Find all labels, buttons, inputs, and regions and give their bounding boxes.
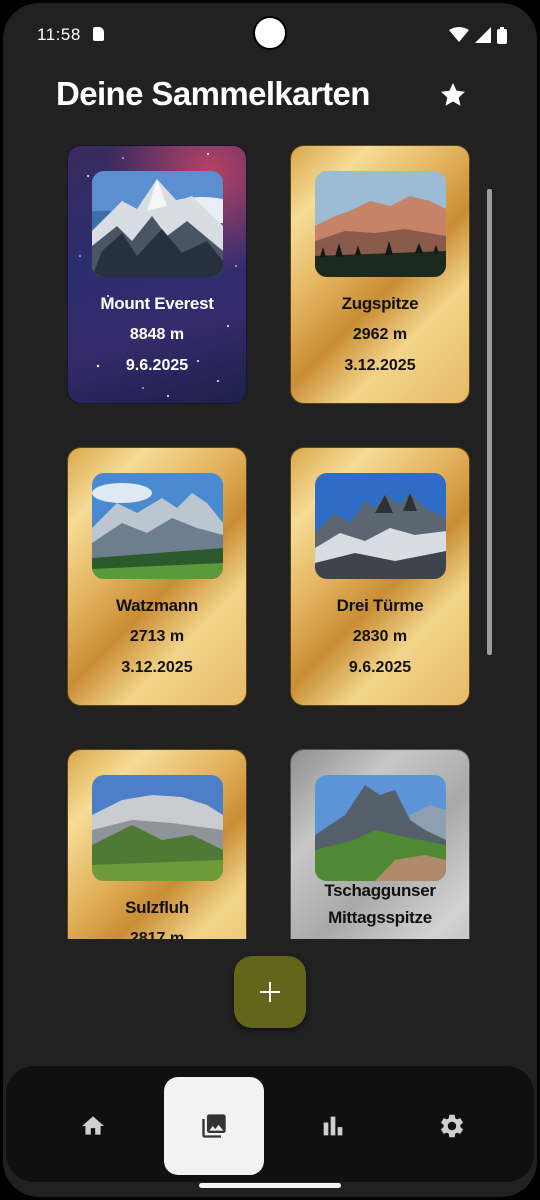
home-icon: [82, 1116, 104, 1135]
card-zugspitze[interactable]: Zugspitze 2962 m 3.12.2025: [290, 145, 470, 404]
mountain-photo: [315, 473, 446, 579]
phone-frame: 11:58 Deine Sammelkarten Mount Everest 8…: [0, 0, 540, 1200]
nav-home[interactable]: [43, 1077, 143, 1175]
card-tschaggunser-mittagsspitze[interactable]: Tschaggunser Mittagsspitze: [290, 749, 470, 939]
card-watzmann[interactable]: Watzmann 2713 m 3.12.2025: [67, 447, 247, 706]
status-time: 11:58: [37, 25, 81, 44]
mountain-photo: [315, 775, 446, 881]
mountain-photo: [92, 775, 223, 881]
card-date: 3.12.2025: [121, 659, 193, 676]
sd-card-icon: [93, 27, 104, 41]
card-sulzfluh[interactable]: Sulzfluh 2817 m: [67, 749, 247, 939]
card-height: 8848 m: [129, 326, 185, 343]
battery-icon: [497, 26, 507, 44]
card-name: Mount Everest: [100, 294, 214, 313]
card-drei-tuerme[interactable]: Drei Türme 2830 m 9.6.2025: [290, 447, 470, 706]
mountain-photo: [92, 171, 223, 277]
nav-statistics[interactable]: [283, 1077, 383, 1175]
add-card-button[interactable]: [234, 956, 306, 1028]
signal-icon: [475, 27, 491, 43]
page-title: Deine Sammelkarten: [56, 75, 370, 112]
card-name-line2: Mittagsspitze: [328, 908, 432, 927]
card-name: Watzmann: [116, 596, 198, 615]
system-icons: [449, 25, 507, 45]
gesture-handle[interactable]: [199, 1183, 341, 1188]
bar-chart-icon: [323, 1116, 343, 1136]
card-name: Zugspitze: [341, 294, 419, 313]
card-height: 2817 m: [129, 930, 185, 939]
mountain-photo: [92, 473, 223, 579]
wifi-icon: [449, 27, 469, 42]
nav-collection[interactable]: [164, 1077, 264, 1175]
scrollbar[interactable]: [487, 189, 492, 655]
card-mount-everest[interactable]: Mount Everest 8848 m 9.6.2025: [67, 145, 247, 404]
screen: 11:58 Deine Sammelkarten Mount Everest 8…: [3, 3, 537, 1197]
favorite-button[interactable]: [435, 77, 471, 113]
card-date: 3.12.2025: [344, 357, 416, 374]
card-height: 2830 m: [352, 628, 408, 645]
gear-icon: [441, 1114, 463, 1138]
card-height: 2962 m: [352, 326, 408, 343]
card-name: Sulzfluh: [125, 898, 189, 917]
card-height: 2713 m: [129, 628, 185, 645]
nav-settings[interactable]: [402, 1077, 502, 1175]
card-date: 9.6.2025: [348, 659, 412, 676]
mountain-photo: [315, 171, 446, 277]
bottom-navigation: [6, 1066, 534, 1182]
star-icon: [440, 83, 466, 106]
card-name-line1: Tschaggunser: [324, 881, 436, 900]
card-date: 9.6.2025: [125, 357, 189, 374]
status-bar: 11:58: [3, 3, 537, 65]
card-grid[interactable]: Mount Everest 8848 m 9.6.2025 Zugspitze …: [3, 141, 537, 939]
plus-icon: [260, 982, 280, 1002]
card-name: Drei Türme: [336, 596, 424, 615]
camera-cutout: [253, 16, 287, 50]
collections-icon: [202, 1114, 226, 1138]
